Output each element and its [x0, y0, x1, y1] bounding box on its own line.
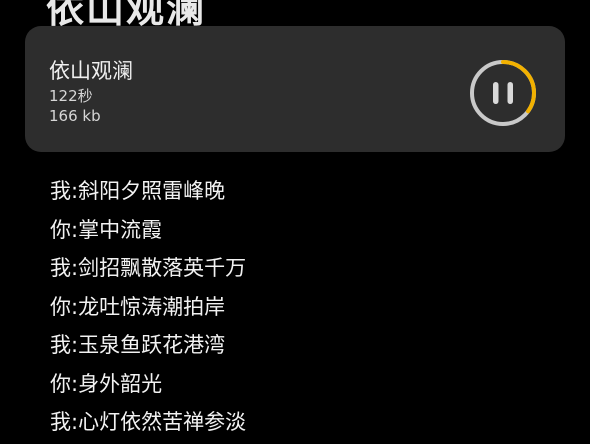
- dialogue-line: 你:掌中流霞: [50, 213, 246, 252]
- line-text: 玉泉鱼跃花港湾: [78, 333, 226, 357]
- line-text: 掌中流霞: [78, 217, 163, 242]
- audio-message-card[interactable]: 依山观澜 122秒 166 kb: [25, 26, 565, 152]
- pause-button[interactable]: [465, 60, 541, 126]
- audio-file-size: 166 kb: [49, 107, 101, 125]
- speaker: 我: [50, 179, 71, 203]
- pause-icon: [470, 60, 536, 126]
- speaker: 你: [50, 217, 71, 242]
- speaker: 你: [50, 371, 71, 396]
- dialogue-line: 你:龙吐惊涛潮拍岸: [50, 290, 246, 329]
- audio-duration: 122秒: [49, 87, 93, 105]
- line-text: 剑招飘散落英千万: [78, 256, 247, 280]
- speaker: 你: [50, 294, 71, 319]
- dialogue-line: 你:身外韶光: [50, 367, 246, 406]
- dialogue-list: 我:斜阳夕照雷峰晚 你:掌中流霞 我:剑招飘散落英千万 你:龙吐惊涛潮拍岸 我:…: [50, 174, 246, 444]
- line-text: 龙吐惊涛潮拍岸: [78, 294, 226, 319]
- line-text: 心灯依然苦禅参淡: [78, 410, 247, 434]
- speaker: 我: [50, 333, 71, 357]
- speaker: 我: [50, 256, 71, 280]
- pause-bar-right: [507, 82, 513, 104]
- audio-title: 依山观澜: [49, 59, 133, 83]
- dialogue-line: 我:斜阳夕照雷峰晚: [50, 174, 246, 213]
- dialogue-line: 我:剑招飘散落英千万: [50, 251, 246, 290]
- dialogue-line: 我:心灯依然苦禅参淡: [50, 405, 246, 444]
- dialogue-line: 我:玉泉鱼跃花港湾: [50, 328, 246, 367]
- speaker: 我: [50, 410, 71, 434]
- pause-bar-left: [493, 82, 499, 104]
- line-text: 斜阳夕照雷峰晚: [78, 179, 226, 203]
- line-text: 身外韶光: [78, 371, 163, 396]
